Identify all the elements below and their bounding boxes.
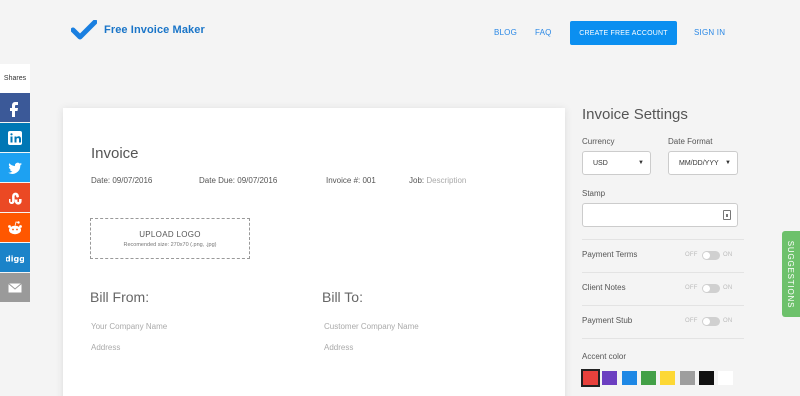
bill-from-company-input[interactable]: Your Company Name	[91, 322, 167, 331]
payment-stub-label: Payment Stub	[582, 316, 633, 325]
bill-from-address-input[interactable]: Address	[91, 343, 120, 352]
invoice-date-field[interactable]: Date: 09/07/2016	[91, 176, 152, 185]
stumbleupon-icon	[9, 192, 22, 205]
toggle-knob	[703, 285, 710, 292]
email-icon	[8, 282, 22, 292]
accent-color-swatch[interactable]	[698, 371, 714, 385]
nav-blog-link[interactable]: BLOG	[494, 28, 517, 37]
client-notes-on-label: ON	[723, 285, 733, 291]
stamp-label: Stamp	[582, 189, 606, 198]
client-notes-toggle[interactable]	[702, 284, 720, 293]
accent-color-swatch[interactable]	[602, 371, 618, 385]
accent-color-swatch[interactable]	[640, 371, 656, 385]
payment-terms-off-label: OFF	[685, 252, 698, 258]
bill-to-heading: Bill To:	[322, 289, 363, 305]
toggle-knob	[703, 252, 710, 259]
divider	[582, 272, 744, 273]
currency-select[interactable]: USD ▼	[582, 151, 651, 175]
share-button-linkedin[interactable]	[0, 123, 30, 152]
bill-to-company-input[interactable]: Customer Company Name	[324, 322, 419, 331]
chevron-down-icon: ▼	[725, 160, 731, 166]
accent-color-swatch[interactable]	[621, 371, 637, 385]
date-format-select[interactable]: MM/DD/YYY ▼	[668, 151, 738, 175]
upload-logo-dropzone[interactable]: UPLOAD LOGO Recomended size: 270x70 (.pn…	[90, 218, 250, 259]
payment-terms-on-label: ON	[723, 252, 733, 258]
suggestions-label: SUGGESTIONS	[786, 240, 796, 308]
payment-stub-off-label: OFF	[685, 318, 698, 324]
stamp-upload-field[interactable]	[582, 203, 738, 227]
brand-name: Free Invoice Maker	[104, 24, 205, 36]
brand-logo[interactable]: Free Invoice Maker	[71, 20, 205, 40]
client-notes-off-label: OFF	[685, 285, 698, 291]
svg-text:digg: digg	[6, 254, 24, 263]
checkmark-logo-icon	[71, 20, 97, 40]
reddit-icon	[8, 220, 22, 234]
invoice-number-field[interactable]: Invoice #: 001	[326, 176, 376, 185]
divider	[582, 338, 744, 339]
accent-color-swatch[interactable]	[660, 371, 676, 385]
currency-value: USD	[593, 159, 608, 167]
digg-icon: digg	[6, 254, 24, 263]
suggestions-tab[interactable]: SUGGESTIONS	[782, 231, 800, 317]
divider	[582, 305, 744, 306]
date-format-value: MM/DD/YYY	[679, 159, 719, 167]
payment-stub-toggle[interactable]	[702, 317, 720, 326]
upload-file-icon	[723, 210, 731, 220]
payment-stub-on-label: ON	[723, 318, 733, 324]
bill-to-address-input[interactable]: Address	[324, 343, 353, 352]
share-button-email[interactable]	[0, 273, 30, 302]
create-account-button[interactable]: CREATE FREE ACCOUNT	[570, 21, 677, 45]
date-format-label: Date Format	[668, 137, 713, 146]
payment-terms-toggle[interactable]	[702, 251, 720, 260]
chevron-down-icon: ▼	[638, 160, 644, 166]
accent-color-label: Accent color	[582, 352, 627, 361]
share-button-reddit[interactable]	[0, 213, 30, 242]
bill-from-heading: Bill From:	[90, 289, 150, 305]
client-notes-label: Client Notes	[582, 283, 626, 292]
invoice-job-field[interactable]: Job: Description	[409, 176, 466, 185]
invoice-card: Invoice Date: 09/07/2016 Date Due: 09/07…	[63, 108, 565, 396]
share-button-digg[interactable]: digg	[0, 243, 30, 272]
job-description-placeholder: Description	[426, 176, 467, 185]
divider	[582, 239, 744, 240]
twitter-icon	[8, 162, 22, 174]
accent-color-swatch[interactable]	[718, 371, 734, 385]
invoice-title: Invoice	[91, 145, 139, 162]
linkedin-icon	[8, 130, 22, 145]
share-button-facebook[interactable]	[0, 93, 30, 122]
currency-label: Currency	[582, 137, 615, 146]
job-label: Job:	[409, 176, 425, 185]
upload-logo-label: UPLOAD LOGO	[139, 229, 201, 239]
sign-in-link[interactable]: SIGN IN	[694, 28, 725, 37]
invoice-settings-title: Invoice Settings	[582, 106, 688, 123]
upload-logo-hint: Recomended size: 270x70 (.png, .jpg)	[123, 241, 217, 248]
nav-faq-link[interactable]: FAQ	[535, 28, 552, 37]
payment-terms-label: Payment Terms	[582, 250, 638, 259]
facebook-icon	[10, 101, 18, 117]
accent-color-swatch[interactable]	[581, 369, 600, 387]
invoice-due-date-field[interactable]: Date Due: 09/07/2016	[199, 176, 277, 185]
share-button-twitter[interactable]	[0, 153, 30, 182]
accent-color-swatch[interactable]	[679, 371, 695, 385]
share-button-stumbleupon[interactable]	[0, 183, 30, 212]
toggle-knob	[703, 318, 710, 325]
shares-label: Shares	[0, 64, 30, 93]
